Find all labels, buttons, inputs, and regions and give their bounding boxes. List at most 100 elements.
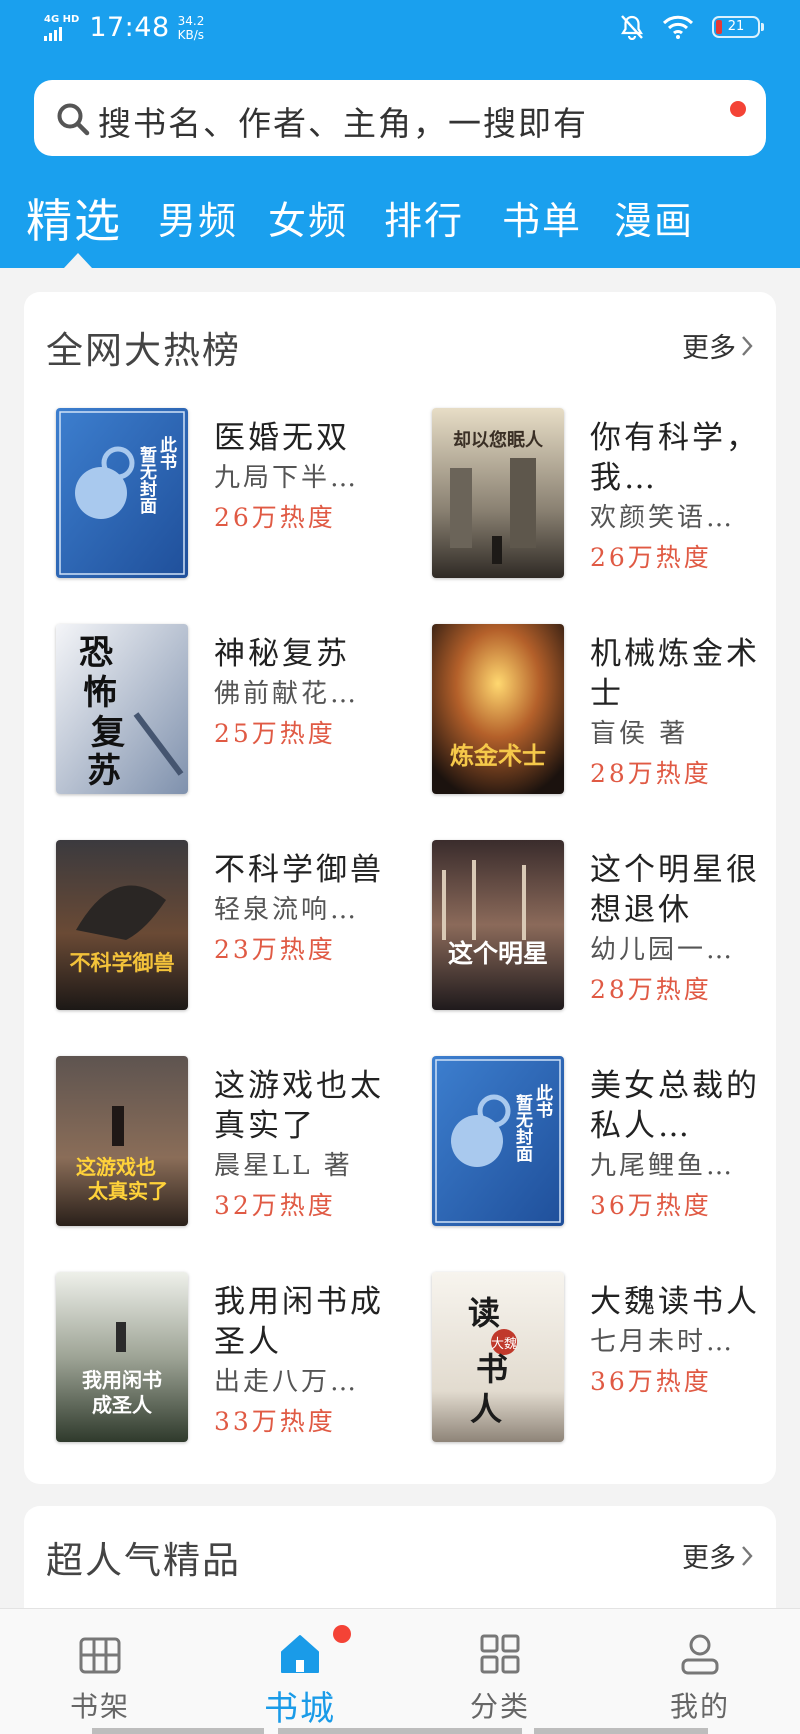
book-title: 不科学御兽 xyxy=(214,852,384,888)
signal-icon xyxy=(44,27,79,41)
bottom-nav: 书架 书城 分类 我的 xyxy=(0,1608,800,1734)
profile-icon xyxy=(681,1634,719,1675)
battery-icon: 21 xyxy=(712,16,764,38)
book-cover: 此书 暂无封面 xyxy=(56,408,188,578)
search-icon xyxy=(57,103,90,136)
book-item[interactable]: 这个明星 这个明星很想退休 幼儿园一… 28万热度 xyxy=(400,840,770,1030)
active-tab-indicator xyxy=(64,253,92,268)
book-heat: 26万热度 xyxy=(214,503,336,532)
book-item[interactable]: 此书 暂无封面 美女总裁的私人… 九尾鲤鱼… 36万热度 xyxy=(400,1056,770,1246)
book-author: 轻泉流响… xyxy=(214,895,360,925)
more-button[interactable]: 更多 xyxy=(682,326,754,365)
nav-bookshelf[interactable]: 书架 xyxy=(40,1631,160,1725)
svg-text:此书: 此书 xyxy=(156,435,177,471)
book-heat: 28万热度 xyxy=(590,975,712,1004)
clock: 17:48 xyxy=(89,12,170,43)
book-cover: 这个明星 xyxy=(432,840,564,1010)
book-item[interactable]: 却以您眠人 你有科学，我… 欢颜笑语… 26万热度 xyxy=(400,408,770,598)
book-heat: 36万热度 xyxy=(590,1191,712,1220)
svg-text:却以您眠人: 却以您眠人 xyxy=(453,429,544,451)
svg-text:恐: 恐 xyxy=(79,633,113,673)
hot-list-card: 全网大热榜 更多 此书 暂无封面 医婚无双 九局下半… 26万热度 却以您眠人 … xyxy=(24,292,776,1484)
home-icon xyxy=(281,1635,319,1673)
book-heat: 36万热度 xyxy=(590,1367,712,1396)
tab-female[interactable]: 女频 xyxy=(268,190,348,245)
book-cover: 恐 怖 复 苏 xyxy=(56,624,188,794)
svg-text:成圣人: 成圣人 xyxy=(92,1393,153,1417)
tab-male[interactable]: 男频 xyxy=(158,190,238,245)
svg-text:我用闲书: 我用闲书 xyxy=(82,1368,162,1392)
book-heat: 25万热度 xyxy=(214,719,336,748)
book-heat: 32万热度 xyxy=(214,1191,336,1220)
mute-bell-icon xyxy=(621,15,643,40)
speed-value: 34.2 xyxy=(177,13,205,28)
book-title: 大魏读书人 xyxy=(590,1284,760,1320)
network-indicator: 4G HD xyxy=(44,14,79,41)
book-cover: 不科学御兽 xyxy=(56,840,188,1010)
nav-bookstore[interactable]: 书城 xyxy=(240,1631,360,1730)
book-item[interactable]: 炼金术士 机械炼金术士 盲侯 著 28万热度 xyxy=(400,624,770,814)
book-author: 欢颜笑语… xyxy=(590,503,736,533)
search-placeholder: 搜书名、作者、主角，一搜即有 xyxy=(98,104,588,143)
gesture-bar xyxy=(92,1728,264,1734)
app-header: 4G HD 17:48 34.2 KB/s 21 搜书名、作者、主角，一搜即有 … xyxy=(0,0,800,268)
book-title: 你有科学，我… xyxy=(590,420,760,496)
gesture-bar xyxy=(278,1728,522,1734)
book-item[interactable]: 我用闲书 成圣人 我用闲书成圣人 出走八万… 33万热度 xyxy=(24,1272,394,1462)
chevron-right-icon xyxy=(742,1545,753,1566)
svg-text:这个明星: 这个明星 xyxy=(448,939,548,968)
svg-text:苏: 苏 xyxy=(87,751,121,791)
search-bar[interactable]: 搜书名、作者、主角，一搜即有 xyxy=(34,80,766,156)
book-item[interactable]: 不科学御兽 不科学御兽 轻泉流响… 23万热度 xyxy=(24,840,394,1030)
book-title: 这游戏也太真实了 xyxy=(214,1068,384,1144)
nav-profile[interactable]: 我的 xyxy=(640,1631,760,1725)
book-title: 医婚无双 xyxy=(214,420,350,456)
book-title: 美女总裁的私人… xyxy=(590,1068,760,1144)
tab-ranking[interactable]: 排行 xyxy=(384,190,464,245)
book-item[interactable]: 这游戏也 太真实了 这游戏也太真实了 晨星LL 著 32万热度 xyxy=(24,1056,394,1246)
book-author: 七月未时… xyxy=(590,1327,736,1357)
tab-comics[interactable]: 漫画 xyxy=(614,190,694,245)
svg-text:暂无封面: 暂无封面 xyxy=(512,1093,534,1163)
svg-text:书: 书 xyxy=(476,1350,508,1388)
nav-category[interactable]: 分类 xyxy=(440,1631,560,1725)
book-cover: 却以您眠人 xyxy=(432,408,564,578)
more-label: 更多 xyxy=(682,1543,736,1574)
category-tabs: 精选 男频 女频 排行 书单 漫画 xyxy=(0,190,800,250)
book-item[interactable]: 读 大魏 书 人 大魏读书人 七月未时… 36万热度 xyxy=(400,1272,770,1462)
book-heat: 26万热度 xyxy=(590,543,712,572)
speed-unit: KB/s xyxy=(177,27,205,42)
book-item[interactable]: 此书 暂无封面 医婚无双 九局下半… 26万热度 xyxy=(24,408,394,598)
book-heat: 33万热度 xyxy=(214,1407,336,1436)
notification-dot xyxy=(730,101,746,117)
svg-text:人: 人 xyxy=(470,1390,502,1428)
more-button[interactable]: 更多 xyxy=(682,1536,754,1575)
book-cover: 这游戏也 太真实了 xyxy=(56,1056,188,1226)
category-icon xyxy=(480,1634,520,1674)
svg-text:怖: 怖 xyxy=(83,673,117,713)
book-title: 神秘复苏 xyxy=(214,636,350,672)
nav-label: 书架 xyxy=(69,1690,130,1723)
book-item[interactable]: 恐 怖 复 苏 神秘复苏 佛前献花… 25万热度 xyxy=(24,624,394,814)
bookstore-badge xyxy=(333,1625,351,1643)
book-author: 九局下半… xyxy=(214,463,360,493)
book-heat: 23万热度 xyxy=(214,935,336,964)
book-heat: 28万热度 xyxy=(590,759,712,788)
more-label: 更多 xyxy=(682,333,736,364)
chevron-right-icon xyxy=(742,335,753,356)
svg-text:读: 读 xyxy=(468,1294,500,1332)
nav-label: 我的 xyxy=(669,1690,730,1723)
book-author: 幼儿园一… xyxy=(590,935,736,965)
svg-text:炼金术士: 炼金术士 xyxy=(450,742,546,770)
book-title: 这个明星很想退休 xyxy=(590,852,760,928)
svg-text:不科学御兽: 不科学御兽 xyxy=(70,951,175,975)
battery-level: 21 xyxy=(727,19,745,34)
tab-booklist[interactable]: 书单 xyxy=(502,190,582,245)
section-title: 超人气精品 xyxy=(46,1539,241,1582)
book-author: 九尾鲤鱼… xyxy=(590,1151,736,1181)
tab-featured[interactable]: 精选 xyxy=(26,185,122,251)
svg-text:这游戏也: 这游戏也 xyxy=(76,1155,156,1179)
svg-text:暂无封面: 暂无封面 xyxy=(136,445,158,515)
wifi-icon xyxy=(662,15,694,39)
book-title: 我用闲书成圣人 xyxy=(214,1284,384,1360)
